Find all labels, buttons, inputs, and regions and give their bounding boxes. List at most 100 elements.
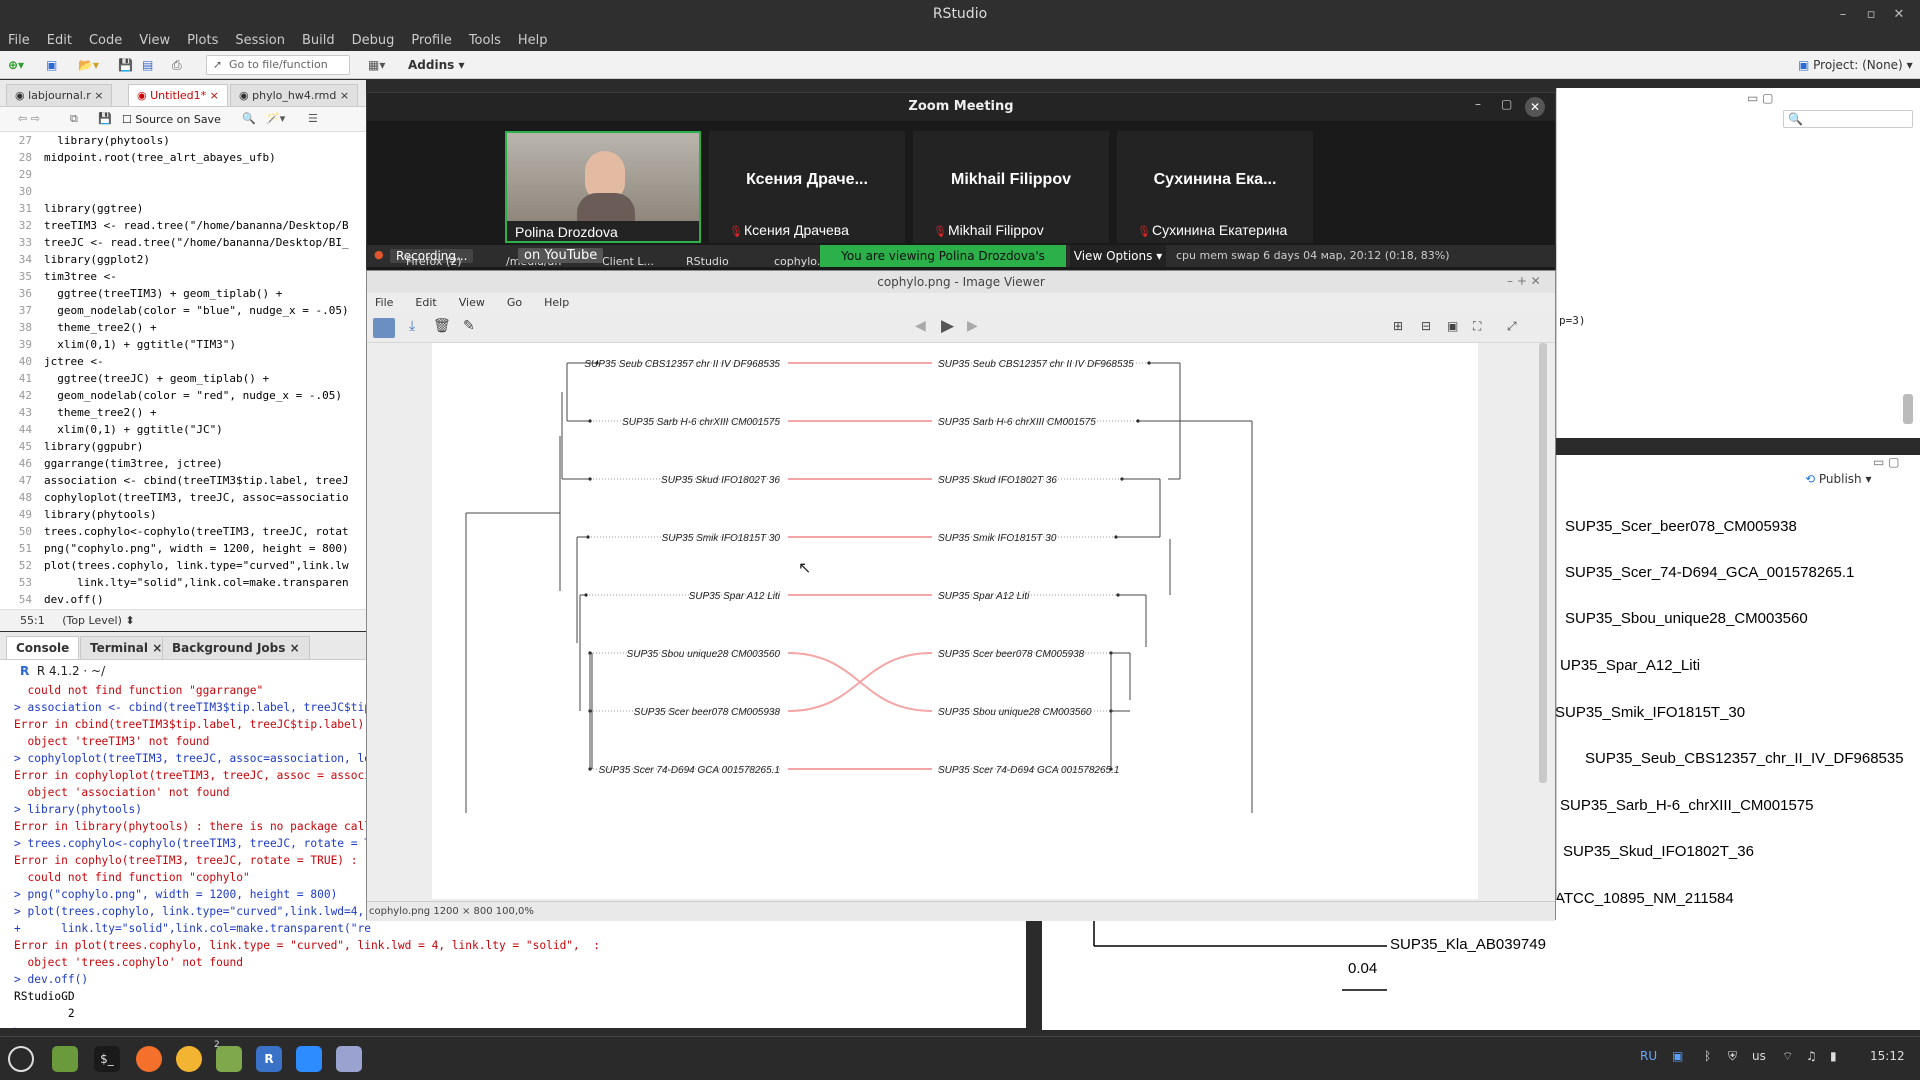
terminal-icon[interactable]: $_ — [94, 1046, 120, 1072]
save-all-icon[interactable]: ▤ — [142, 55, 153, 75]
addins-menu[interactable]: Addins ▾ — [408, 55, 464, 75]
original-size-icon[interactable]: ▣ — [1447, 319, 1458, 333]
tab-labjournal[interactable]: ◉ labjournal.r × — [6, 84, 113, 106]
open-folder-icon[interactable] — [373, 318, 395, 338]
fullscreen-icon[interactable]: ⤢ — [1507, 319, 1517, 334]
scrollbar-thumb[interactable] — [1903, 394, 1913, 424]
code-line[interactable]: 51 png("cophylo.png", width = 1200, heigh… — [0, 540, 366, 557]
menu-view[interactable]: View — [139, 33, 170, 48]
tab-background-jobs[interactable]: Background Jobs × — [162, 636, 310, 659]
show-in-window-icon[interactable]: ⧉ — [70, 112, 78, 126]
new-project-icon[interactable]: ▣ — [46, 55, 57, 75]
zoom-in-icon[interactable]: ⊞ — [1393, 319, 1403, 333]
print-icon[interactable]: ⎙ — [172, 55, 182, 75]
delete-icon[interactable]: 🗑 — [433, 318, 451, 334]
menu-icon[interactable] — [8, 1046, 34, 1072]
code-line[interactable]: 40 jctree <- — [0, 353, 366, 370]
menu-tools[interactable]: Tools — [469, 33, 501, 48]
code-tools-icon[interactable]: 🪄▾ — [266, 112, 285, 125]
menu-plots[interactable]: Plots — [187, 33, 218, 48]
chrome-icon[interactable] — [176, 1046, 202, 1072]
shield-icon[interactable]: ⛨ — [1728, 1049, 1737, 1064]
tab-terminal[interactable]: Terminal × — [80, 636, 173, 659]
environment-search-input[interactable]: 🔍 — [1783, 110, 1913, 128]
code-line[interactable]: 27 library(phytools) — [0, 132, 366, 149]
maximize-icon[interactable]: ▢ — [1501, 97, 1512, 111]
project-menu[interactable]: ▣ Project: (None) ▾ — [1798, 55, 1913, 75]
folder-icon[interactable] — [216, 1046, 242, 1072]
iv-menu-go[interactable]: Go — [507, 293, 522, 313]
iv-menu-file[interactable]: File — [375, 293, 393, 313]
go-to-file-input[interactable]: ➚ Go to file/function — [206, 55, 350, 75]
edit-icon[interactable]: ✎ — [463, 318, 475, 334]
rstudio-icon[interactable]: R — [256, 1046, 282, 1072]
code-line[interactable]: 43 theme_tree2() + — [0, 404, 366, 421]
wifi-icon[interactable]: ⌔ — [1782, 1049, 1793, 1064]
back-icon[interactable]: ⇦ ⇨ — [18, 112, 40, 125]
menu-file[interactable]: File — [8, 33, 30, 48]
code-line[interactable]: 37 geom_nodelab(color = "blue", nudge_x … — [0, 302, 366, 319]
sound-icon[interactable]: ♫ — [1806, 1049, 1817, 1063]
code-line[interactable]: 33 treeJC <- read.tree("/home/bananna/Des… — [0, 234, 366, 251]
keyboard-layout[interactable]: RU — [1640, 1049, 1657, 1063]
menu-session[interactable]: Session — [235, 33, 285, 48]
code-line[interactable]: 44 xlim(0,1) + ggtitle("JC") — [0, 421, 366, 438]
play-icon[interactable]: ▶ — [941, 316, 954, 336]
code-line[interactable]: 28 midpoint.root(tree_alrt_abayes_ufb) — [0, 149, 366, 166]
battery-icon[interactable]: ▮ — [1830, 1049, 1837, 1063]
firefox-icon[interactable] — [136, 1046, 162, 1072]
tab-console[interactable]: Console — [6, 636, 80, 659]
menu-profile[interactable]: Profile — [411, 33, 451, 48]
code-line[interactable]: 38 theme_tree2() + — [0, 319, 366, 336]
publish-button[interactable]: ⟲ Publish ▾ — [1805, 472, 1872, 486]
outline-icon[interactable]: ☰ — [308, 112, 318, 125]
participant-tile[interactable]: Mikhail Filippov 🎙Mikhail Filippov — [913, 131, 1109, 243]
text-editor-icon[interactable] — [336, 1046, 362, 1072]
open-folder-icon[interactable]: 📂▾ — [78, 55, 99, 75]
source-on-save-checkbox[interactable]: ☐ Source on Save — [122, 113, 221, 126]
menu-build[interactable]: Build — [302, 33, 335, 48]
code-line[interactable]: 48 cophyloplot(treeTIM3, treeJC, assoc=as… — [0, 489, 366, 506]
code-line[interactable]: 42 geom_nodelab(color = "red", nudge_x =… — [0, 387, 366, 404]
search-icon[interactable]: 🔍 — [242, 112, 256, 125]
minimize-pane-icon[interactable]: ▭ ▢ — [1873, 455, 1900, 469]
code-line[interactable]: 45 library(ggpubr) — [0, 438, 366, 455]
code-line[interactable]: 53 link.lty="solid",link.col=make.transp… — [0, 574, 366, 591]
maximize-icon[interactable]: ▫ — [1862, 6, 1880, 24]
tab-untitled1[interactable]: ◉ Untitled1* × — [128, 84, 228, 106]
save-icon[interactable]: ⤓ — [409, 318, 415, 334]
menu-help[interactable]: Help — [518, 33, 548, 48]
code-line[interactable]: 35 tim3tree <- — [0, 268, 366, 285]
zoom-out-icon[interactable]: ⊟ — [1421, 319, 1431, 333]
code-line[interactable]: 54 dev.off() — [0, 591, 366, 608]
minimize-icon[interactable]: – — [1834, 6, 1852, 24]
code-line[interactable]: 52 plot(trees.cophylo, link.type="curved"… — [0, 557, 366, 574]
participant-tile-active[interactable]: Polina Drozdova — [505, 131, 701, 243]
minimize-icon[interactable]: – — [1475, 97, 1481, 111]
code-line[interactable]: 49 library(phytools) — [0, 506, 366, 523]
code-line[interactable]: 31 library(ggtree) — [0, 200, 366, 217]
code-line[interactable]: 36 ggtree(treeTIM3) + geom_tiplab() + — [0, 285, 366, 302]
menu-debug[interactable]: Debug — [352, 33, 395, 48]
code-line[interactable]: 39 xlim(0,1) + ggtitle("TIM3") — [0, 336, 366, 353]
fit-window-icon[interactable]: ⛶ — [1473, 319, 1481, 334]
iv-menu-edit[interactable]: Edit — [415, 293, 436, 313]
iv-menu-view[interactable]: View — [459, 293, 485, 313]
scope-indicator[interactable]: (Top Level) ⬍ — [62, 614, 134, 627]
close-icon[interactable]: ✕ — [1525, 97, 1545, 117]
code-line[interactable]: 50 trees.cophylo<-cophylo(treeTIM3, treeJ… — [0, 523, 366, 540]
code-line[interactable]: 34 library(ggplot2) — [0, 251, 366, 268]
code-line[interactable]: 41 ggtree(treeJC) + geom_tiplab() + — [0, 370, 366, 387]
minimize-pane-icon[interactable]: ▭ ▢ — [1747, 91, 1774, 105]
window-controls-icon[interactable]: – + ✕ — [1507, 274, 1541, 288]
vertical-scrollbar[interactable] — [1539, 343, 1547, 783]
code-line[interactable]: 46 ggarrange(tim3tree, jctree) — [0, 455, 366, 472]
code-line[interactable]: 47 association <- cbind(treeTIM3$tip.labe… — [0, 472, 366, 489]
view-options-button[interactable]: View Options ▾ — [1070, 245, 1166, 267]
code-editor[interactable]: 27 library(phytools) 28 midpoint.root(tree… — [0, 132, 366, 609]
save-file-icon[interactable]: 💾 — [98, 112, 112, 125]
files-icon[interactable] — [52, 1046, 78, 1072]
new-file-icon[interactable]: ⊕▾ — [8, 55, 24, 75]
layout-grid-icon[interactable]: ▦▾ — [368, 55, 385, 75]
zoom-tray-icon[interactable]: ▣ — [1672, 1049, 1683, 1063]
